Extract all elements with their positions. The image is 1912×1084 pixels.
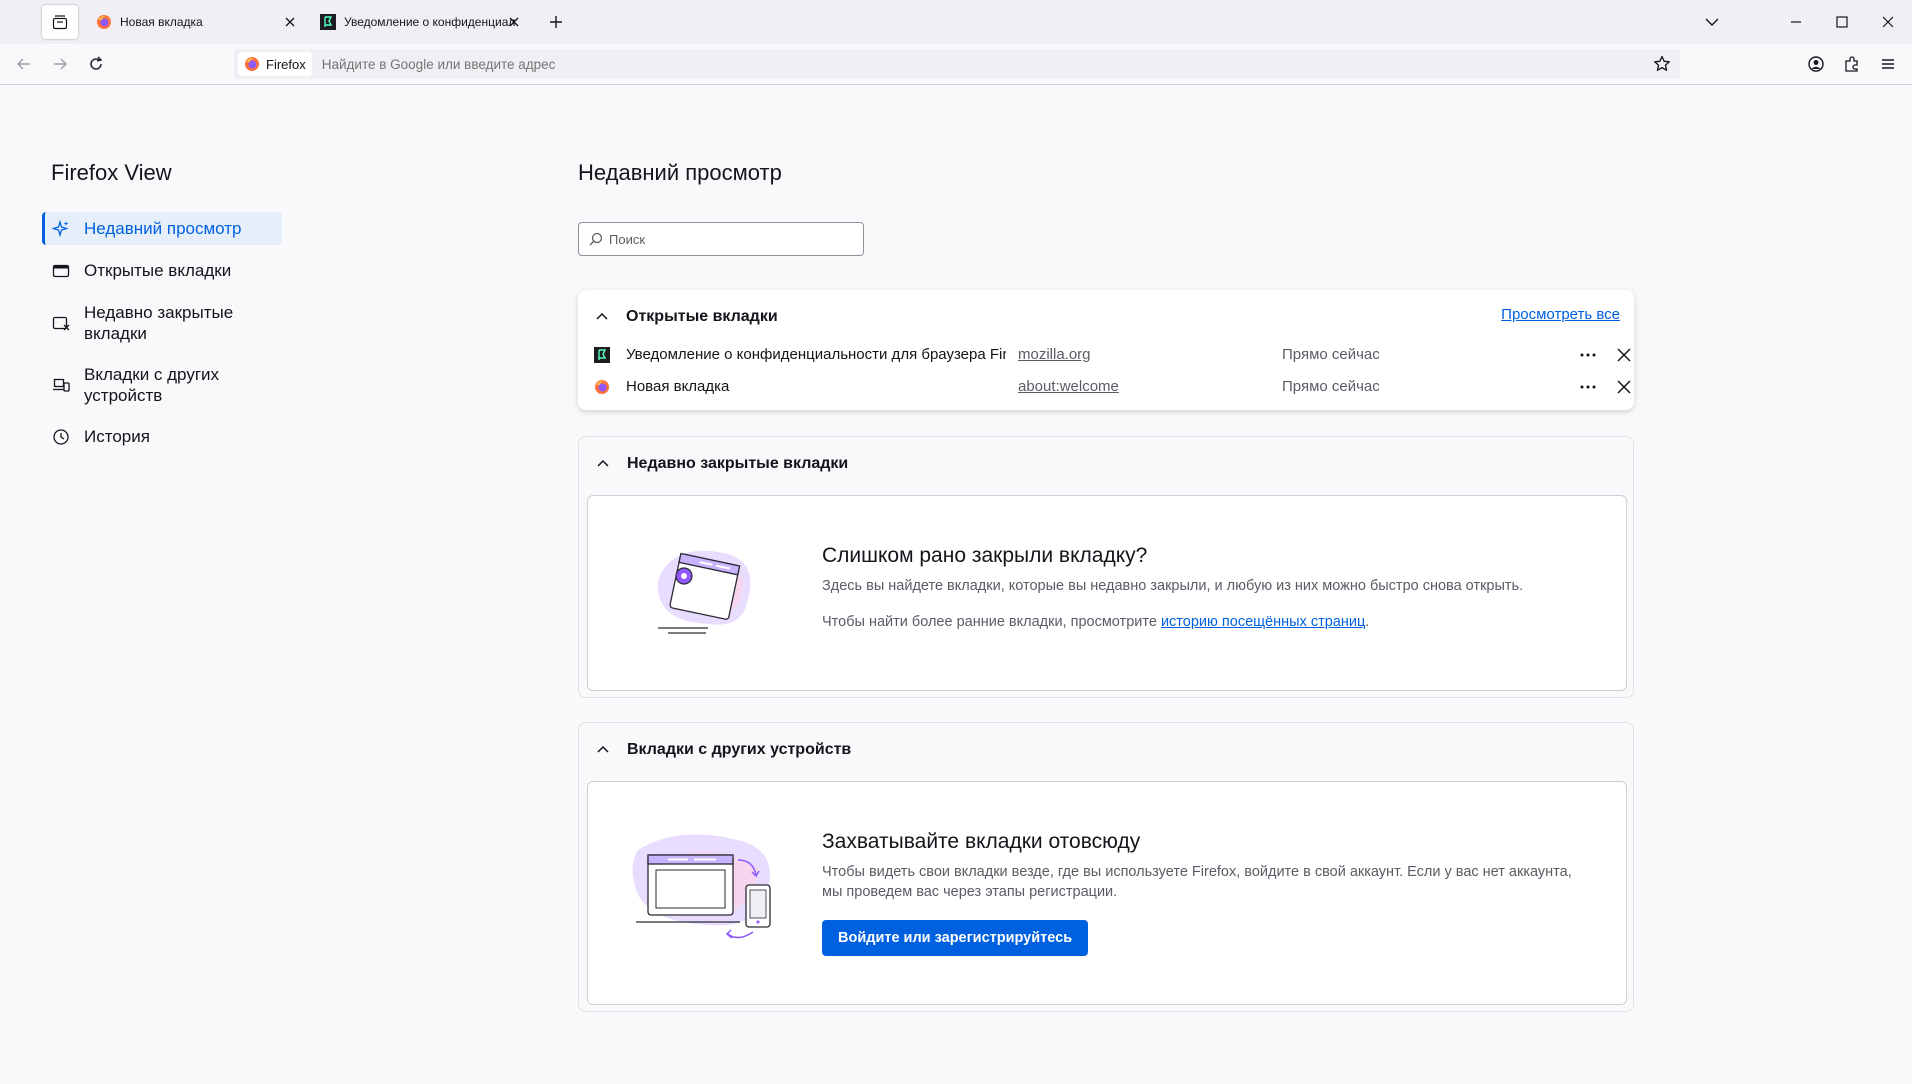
sidebar-item-label: Вкладки с других устройств (84, 365, 220, 405)
firefox-view-button[interactable] (42, 5, 78, 39)
menu-icon[interactable] (1878, 54, 1898, 74)
sidebar-item-label: Недавно закрытые вкладки (84, 303, 234, 343)
empty-state: Слишком рано закрыли вкладку? Здесь вы н… (587, 495, 1627, 691)
sidebar-item-open-tabs[interactable]: Открытые вкладки (42, 254, 282, 287)
sidebar-title: Firefox View (51, 160, 172, 185)
close-icon[interactable] (1614, 377, 1634, 397)
card-heading: Недавно закрытые вкладки (627, 455, 849, 472)
chevron-down-icon[interactable] (1702, 12, 1722, 32)
empty-state: Захватывайте вкладки отовсюду Чтобы виде… (587, 781, 1627, 1005)
firefox-icon (595, 380, 609, 394)
row-url[interactable]: about:welcome (1018, 378, 1119, 395)
open-tabs-card: Открытые вкладки Просмотреть все Уведомл… (578, 290, 1634, 410)
url-input[interactable] (321, 56, 1422, 72)
page-title: Недавний просмотр (578, 160, 782, 185)
tabs-icon (52, 264, 70, 278)
closed-tab-illustration (657, 550, 751, 634)
firefox-icon (245, 57, 259, 71)
recently-closed-card: Недавно закрытые вкладки Слишком рано за… (578, 436, 1634, 698)
search-box[interactable] (578, 222, 864, 256)
card-header[interactable]: Вкладки с других устройств (579, 723, 1633, 777)
sidebar-item-label: Открытые вкладки (84, 261, 232, 280)
chevron-up-icon[interactable] (595, 456, 611, 472)
chevron-up-icon[interactable] (594, 309, 610, 325)
card-heading: Вкладки с других устройств (627, 741, 852, 758)
account-icon[interactable] (1806, 54, 1826, 74)
tab-strip: Новая вкладка Уведомление о конфиденциал… (0, 0, 1912, 44)
minimize-icon[interactable] (1786, 12, 1806, 32)
row-time: Прямо сейчас (1282, 378, 1380, 395)
card-header[interactable]: Открытые вкладки (578, 290, 1634, 344)
table-row[interactable]: Новая вкладка about:welcome Прямо сейчас (578, 371, 1634, 403)
mozilla-icon (320, 14, 336, 30)
history-link[interactable]: историю посещённых страниц (1161, 614, 1365, 630)
row-title[interactable]: Новая вкладка (626, 378, 1006, 395)
sign-in-button[interactable]: Войдите или зарегистрируйтесь (822, 920, 1089, 956)
empty-description: Чтобы видеть свои вкладки везде, где вы … (822, 864, 1572, 900)
empty-description: Здесь вы найдете вкладки, которые вы нед… (822, 578, 1524, 594)
devices-icon (53, 378, 70, 392)
close-window-icon[interactable] (1878, 12, 1898, 32)
tab-title: Уведомление о конфиденциальности для бра… (344, 15, 516, 29)
firefox-icon (97, 15, 111, 29)
extensions-icon[interactable] (1842, 54, 1862, 74)
sidebar-item-history[interactable]: История (42, 420, 282, 453)
forward-icon[interactable] (50, 54, 70, 74)
closed-tabs-icon (52, 316, 70, 331)
empty-title: Захватывайте вкладки отовсюду (822, 830, 1141, 853)
sidebar-item-recently-closed[interactable]: Недавно закрытые вкладки (42, 296, 282, 350)
devices-illustration (632, 834, 771, 939)
mozilla-icon (594, 347, 610, 363)
star-icon[interactable] (1652, 54, 1672, 74)
close-icon[interactable] (1614, 345, 1634, 365)
tab-title: Новая вкладка (120, 15, 203, 29)
history-hint-prefix: Чтобы найти более ранние вкладки, просмо… (822, 614, 1161, 630)
card-heading: Открытые вкладки (626, 308, 778, 325)
sidebar-item-label: Недавний просмотр (84, 219, 242, 238)
identity-label: Firefox (266, 56, 306, 72)
tab-new-tab[interactable]: Новая вкладка (96, 6, 302, 38)
row-url[interactable]: mozilla.org (1018, 346, 1091, 363)
nav-bar: Firefox (0, 44, 1912, 85)
row-title[interactable]: Уведомление о конфиденциальности для бра… (626, 346, 1006, 363)
back-icon[interactable] (14, 54, 34, 74)
card-header[interactable]: Недавно закрытые вкладки (579, 437, 1633, 491)
tab-privacy-notice[interactable]: Уведомление о конфиденциальности для бра… (320, 6, 526, 38)
other-devices-card: Вкладки с других устройств Захватывайте … (578, 722, 1634, 1012)
firefox-view-icon (52, 15, 68, 30)
search-input[interactable] (609, 231, 849, 247)
close-icon[interactable] (282, 14, 298, 30)
chevron-up-icon[interactable] (595, 742, 611, 758)
reload-icon[interactable] (86, 54, 106, 74)
history-icon (53, 429, 69, 445)
history-hint: Чтобы найти более ранние вкладки, просмо… (822, 612, 1582, 632)
maximize-icon[interactable] (1832, 12, 1852, 32)
identity-box[interactable]: Firefox (238, 52, 312, 76)
url-bar[interactable]: Firefox (234, 49, 1680, 79)
sidebar-item-label: История (84, 427, 150, 446)
search-icon (589, 232, 603, 246)
more-icon[interactable] (1578, 345, 1598, 365)
sidebar-item-recent-browsing[interactable]: Недавний просмотр (42, 212, 282, 245)
view-all-link[interactable]: Просмотреть все (1501, 306, 1620, 323)
history-hint-suffix: . (1365, 614, 1370, 630)
table-row[interactable]: Уведомление о конфиденциальности для бра… (578, 339, 1634, 371)
sidebar-item-other-devices[interactable]: Вкладки с других устройств (42, 358, 282, 412)
row-time: Прямо сейчас (1282, 346, 1380, 363)
close-icon[interactable] (506, 14, 522, 30)
plus-icon[interactable] (546, 12, 566, 32)
more-icon[interactable] (1578, 377, 1598, 397)
sparkle-icon (52, 220, 69, 238)
empty-title: Слишком рано закрыли вкладку? (822, 544, 1148, 567)
